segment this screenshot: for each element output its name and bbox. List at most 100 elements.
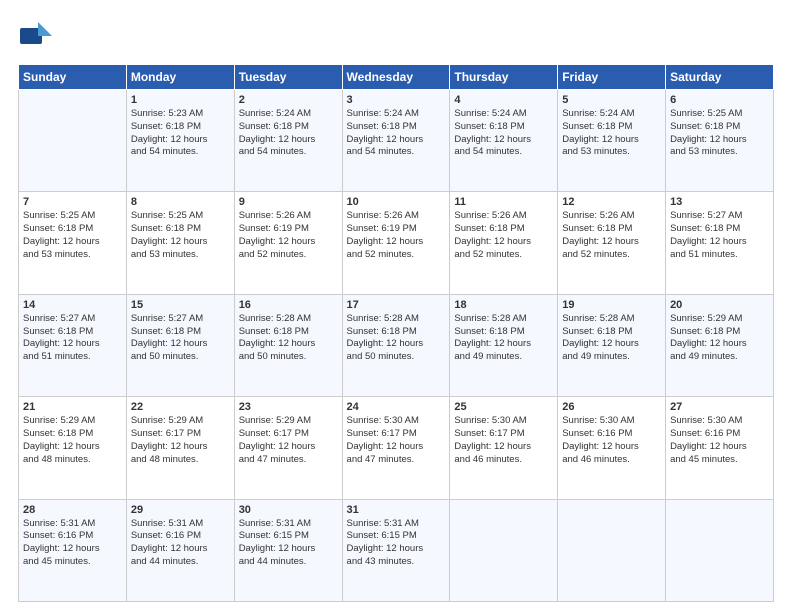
calendar-cell: 10Sunrise: 5:26 AMSunset: 6:19 PMDayligh… (342, 192, 450, 294)
cell-line: Daylight: 12 hours (239, 134, 316, 145)
cell-content: Sunrise: 5:31 AMSunset: 6:16 PMDaylight:… (131, 518, 230, 569)
cell-line: Sunrise: 5:24 AM (454, 108, 526, 119)
cell-line: and 45 minutes. (23, 556, 91, 567)
calendar-cell: 23Sunrise: 5:29 AMSunset: 6:17 PMDayligh… (234, 397, 342, 499)
cell-line: Sunset: 6:18 PM (131, 121, 201, 132)
cell-content: Sunrise: 5:25 AMSunset: 6:18 PMDaylight:… (131, 210, 230, 261)
cell-line: Sunrise: 5:28 AM (562, 313, 634, 324)
page: SundayMondayTuesdayWednesdayThursdayFrid… (0, 0, 792, 612)
day-number: 28 (23, 504, 122, 516)
cell-line: Sunset: 6:15 PM (239, 530, 309, 541)
cell-line: and 47 minutes. (347, 454, 415, 465)
week-row-2: 7 Sunrise: 5:25 AMSunset: 6:18 PMDaylight… (19, 192, 774, 294)
cell-line: Sunrise: 5:27 AM (670, 210, 742, 221)
cell-line: Sunrise: 5:28 AM (239, 313, 311, 324)
cell-line: Sunset: 6:18 PM (131, 326, 201, 337)
cell-line: Sunset: 6:17 PM (131, 428, 201, 439)
day-number: 20 (670, 299, 769, 311)
day-number: 25 (454, 401, 553, 413)
calendar-cell: 7 Sunrise: 5:25 AMSunset: 6:18 PMDaylight… (19, 192, 127, 294)
calendar-cell: 15Sunrise: 5:27 AMSunset: 6:18 PMDayligh… (126, 294, 234, 396)
cell-line: Daylight: 12 hours (131, 236, 208, 247)
cell-content: Sunrise: 5:26 AMSunset: 6:18 PMDaylight:… (454, 210, 553, 261)
cell-line: Sunset: 6:19 PM (239, 223, 309, 234)
cell-line: Daylight: 12 hours (670, 236, 747, 247)
cell-line: Daylight: 12 hours (670, 338, 747, 349)
cell-line: Sunrise: 5:23 AM (131, 108, 203, 119)
cell-line: Daylight: 12 hours (347, 134, 424, 145)
col-header-saturday: Saturday (666, 65, 774, 90)
cell-line: Sunset: 6:18 PM (347, 121, 417, 132)
week-row-1: 1Sunrise: 5:23 AMSunset: 6:18 PMDaylight… (19, 90, 774, 192)
cell-line: Sunset: 6:18 PM (23, 326, 93, 337)
calendar-cell: 22Sunrise: 5:29 AMSunset: 6:17 PMDayligh… (126, 397, 234, 499)
week-row-4: 21Sunrise: 5:29 AMSunset: 6:18 PMDayligh… (19, 397, 774, 499)
calendar-cell: 13Sunrise: 5:27 AMSunset: 6:18 PMDayligh… (666, 192, 774, 294)
cell-line: Sunrise: 5:26 AM (454, 210, 526, 221)
cell-line: Daylight: 12 hours (131, 543, 208, 554)
cell-content: Sunrise: 5:25 AMSunset: 6:18 PMDaylight:… (23, 210, 122, 261)
cell-line: and 48 minutes. (23, 454, 91, 465)
cell-line: and 46 minutes. (454, 454, 522, 465)
day-number: 9 (239, 196, 338, 208)
calendar-cell: 28Sunrise: 5:31 AMSunset: 6:16 PMDayligh… (19, 499, 127, 601)
cell-line: Daylight: 12 hours (454, 338, 531, 349)
cell-line: Sunrise: 5:31 AM (131, 518, 203, 529)
cell-line: Sunrise: 5:24 AM (562, 108, 634, 119)
cell-line: Daylight: 12 hours (23, 236, 100, 247)
week-row-5: 28 Sunrise: 5:31 AMSunset: 6:16 PMDayligh… (19, 499, 774, 601)
cell-line: Sunrise: 5:30 AM (347, 415, 419, 426)
cell-line: Sunset: 6:16 PM (562, 428, 632, 439)
week-row-3: 14Sunrise: 5:27 AMSunset: 6:18 PMDayligh… (19, 294, 774, 396)
cell-line: Sunrise: 5:26 AM (562, 210, 634, 221)
cell-line: Daylight: 12 hours (131, 134, 208, 145)
cell-line: and 53 minutes. (670, 146, 738, 157)
calendar-header: SundayMondayTuesdayWednesdayThursdayFrid… (19, 65, 774, 90)
calendar-cell: 21Sunrise: 5:29 AMSunset: 6:18 PMDayligh… (19, 397, 127, 499)
day-number: 15 (131, 299, 230, 311)
calendar-cell: 1Sunrise: 5:23 AMSunset: 6:18 PMDaylight… (126, 90, 234, 192)
cell-line: Sunset: 6:18 PM (239, 121, 309, 132)
calendar-cell: 4Sunrise: 5:24 AMSunset: 6:18 PMDaylight… (450, 90, 558, 192)
cell-content: Sunrise: 5:28 AMSunset: 6:18 PMDaylight:… (347, 313, 446, 364)
day-number: 23 (239, 401, 338, 413)
day-number: 29 (131, 504, 230, 516)
calendar-cell: 31 Sunrise: 5:31 AMSunset: 6:15 PMDayligh… (342, 499, 450, 601)
day-number: 11 (454, 196, 553, 208)
cell-line: Daylight: 12 hours (131, 441, 208, 452)
calendar-cell: 14Sunrise: 5:27 AMSunset: 6:18 PMDayligh… (19, 294, 127, 396)
day-number: 8 (131, 196, 230, 208)
cell-line: Daylight: 12 hours (670, 134, 747, 145)
cell-content: Sunrise: 5:24 AMSunset: 6:18 PMDaylight:… (347, 108, 446, 159)
col-header-sunday: Sunday (19, 65, 127, 90)
day-number: 31 (347, 504, 446, 516)
cell-line: Daylight: 12 hours (670, 441, 747, 452)
calendar-cell: 24Sunrise: 5:30 AMSunset: 6:17 PMDayligh… (342, 397, 450, 499)
cell-line: and 52 minutes. (454, 249, 522, 260)
day-number: 4 (454, 94, 553, 106)
cell-content: Sunrise: 5:28 AMSunset: 6:18 PMDaylight:… (562, 313, 661, 364)
cell-line: and 43 minutes. (347, 556, 415, 567)
cell-line: and 54 minutes. (347, 146, 415, 157)
cell-line: Daylight: 12 hours (239, 441, 316, 452)
cell-content: Sunrise: 5:25 AMSunset: 6:18 PMDaylight:… (670, 108, 769, 159)
cell-content: Sunrise: 5:23 AM Sunset: 6:18 PM Daylight:… (131, 108, 230, 159)
col-header-friday: Friday (558, 65, 666, 90)
cell-line: Sunset: 6:17 PM (454, 428, 524, 439)
day-number: 7 (23, 196, 122, 208)
calendar-cell: 3Sunrise: 5:24 AMSunset: 6:18 PMDaylight… (342, 90, 450, 192)
cell-content: Sunrise: 5:31 AMSunset: 6:15 PMDaylight:… (347, 518, 446, 569)
calendar-cell: 29 Sunrise: 5:31 AMSunset: 6:16 PMDayligh… (126, 499, 234, 601)
calendar-cell (666, 499, 774, 601)
calendar-cell: 18Sunrise: 5:28 AMSunset: 6:18 PMDayligh… (450, 294, 558, 396)
cell-line: Daylight: 12 hours (347, 543, 424, 554)
calendar-cell (450, 499, 558, 601)
cell-line: Sunset: 6:18 PM (23, 428, 93, 439)
cell-line: and 53 minutes. (131, 249, 199, 260)
calendar-cell (19, 90, 127, 192)
day-number: 2 (239, 94, 338, 106)
cell-line: Sunrise: 5:29 AM (239, 415, 311, 426)
calendar-cell: 30Sunrise: 5:31 AMSunset: 6:15 PMDayligh… (234, 499, 342, 601)
day-number: 22 (131, 401, 230, 413)
cell-line: and 49 minutes. (454, 351, 522, 362)
